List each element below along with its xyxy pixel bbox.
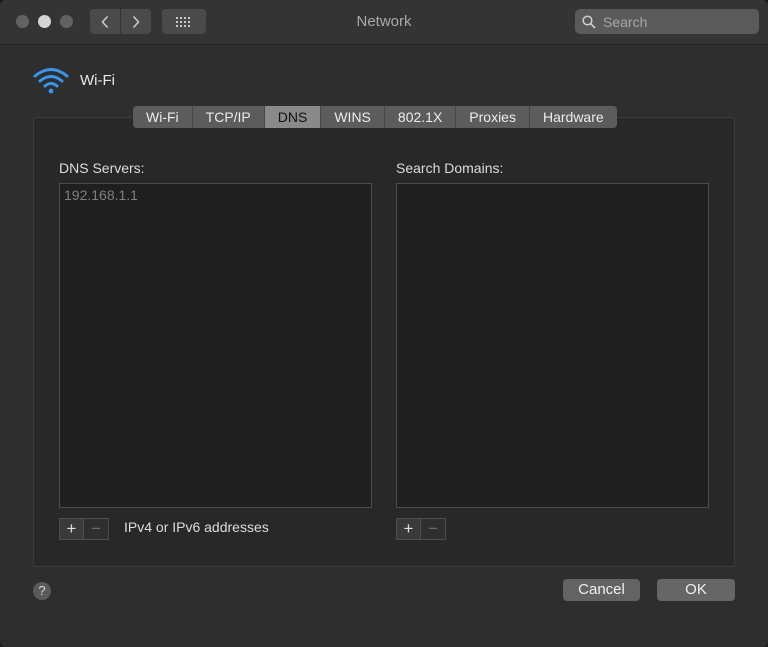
network-window: Network Wi-Fi Wi-Fi TCP/IP DNS WINS 802.… [0, 0, 768, 647]
cancel-button[interactable]: Cancel [563, 579, 640, 601]
search-domains-label: Search Domains: [396, 160, 504, 176]
tab-tcpip[interactable]: TCP/IP [192, 106, 265, 128]
tab-wifi[interactable]: Wi-Fi [133, 106, 193, 128]
tab-dns[interactable]: DNS [264, 106, 322, 128]
tab-hardware[interactable]: Hardware [529, 106, 617, 128]
ok-button[interactable]: OK [657, 579, 735, 601]
tab-proxies[interactable]: Proxies [456, 106, 530, 128]
domains-add-remove: + − [396, 518, 446, 540]
service-name: Wi-Fi [80, 71, 115, 89]
help-button[interactable]: ? [33, 582, 51, 600]
add-search-domain-button[interactable]: + [396, 518, 421, 540]
dns-add-remove: + − [59, 518, 109, 540]
dns-servers-list[interactable]: 192.168.1.1 [59, 183, 372, 508]
search-field[interactable] [575, 9, 759, 34]
tab-8021x[interactable]: 802.1X [384, 106, 457, 128]
wifi-icon [33, 68, 69, 94]
search-input[interactable] [601, 12, 755, 31]
remove-dns-server-button[interactable]: − [84, 518, 109, 540]
service-header: Wi-Fi [32, 66, 115, 94]
dns-servers-label: DNS Servers: [59, 160, 145, 176]
remove-search-domain-button[interactable]: − [421, 518, 446, 540]
tab-wins[interactable]: WINS [321, 106, 385, 128]
title-bar: Network [0, 0, 768, 45]
add-dns-server-button[interactable]: + [59, 518, 84, 540]
search-icon [582, 14, 596, 29]
search-domains-list[interactable] [396, 183, 709, 508]
dns-hint: IPv4 or IPv6 addresses [124, 519, 269, 535]
list-item[interactable]: 192.168.1.1 [60, 184, 371, 206]
tab-bar: Wi-Fi TCP/IP DNS WINS 802.1X Proxies Har… [133, 106, 617, 128]
